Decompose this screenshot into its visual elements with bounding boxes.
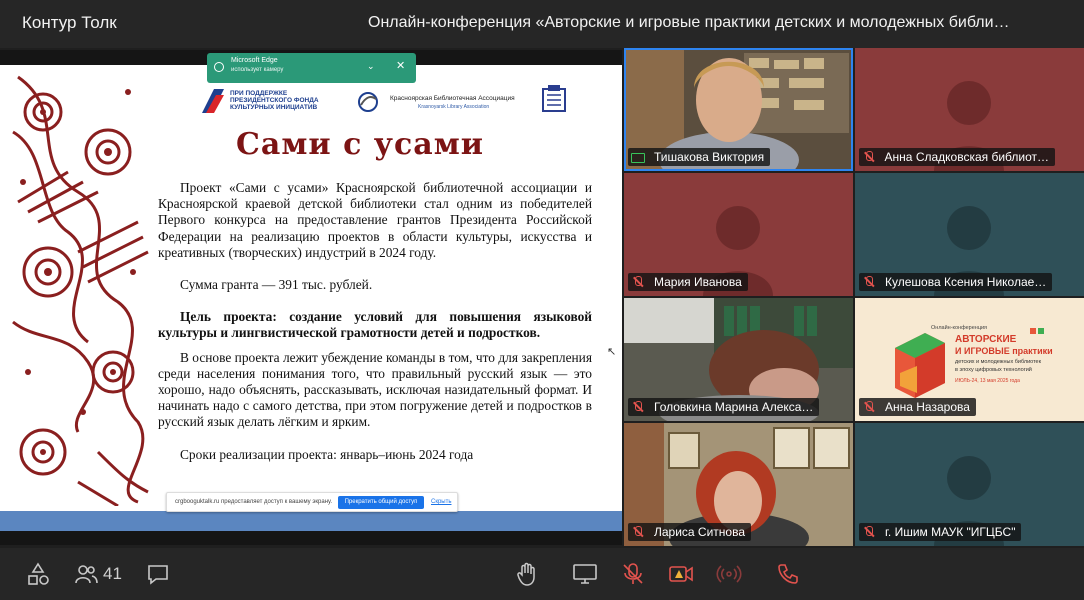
participant-tile[interactable]: Мария Иванова [624,173,853,296]
screen-share-bar: crgbooguktalk.ru предоставляет доступ к … [166,492,458,512]
fund-logo-icon [202,89,224,113]
chevron-down-icon[interactable]: ⌄ [367,61,375,72]
participant-tile[interactable]: Анна Сладковская библиот… [855,48,1084,171]
participant-tile[interactable]: г. Ишим МАУК "ИГЦБС" [855,423,1084,546]
participant-tile[interactable]: Лариса Ситнова [624,423,853,546]
slide-paragraph: В основе проекта лежит убеждение команды… [158,349,592,430]
screen-share-toggle-icon[interactable] [572,561,598,587]
broadcast-icon[interactable] [716,561,742,587]
mic-off-icon [631,400,645,414]
mouse-cursor-icon: ↖ [607,346,617,358]
poster-line: в эпоху цифровых технологий [955,367,1032,373]
kla-logo-text: Красноярская Библиотечная Ассоциация [390,95,515,102]
edge-camera-notice: Microsoft Edge использует камеру ⌄ ✕ [207,53,416,83]
conference-title: Онлайн-конференция «Авторские и игровые … [368,14,1010,31]
participants-count[interactable]: 41 [103,564,122,584]
ornament-decoration [8,72,150,506]
participant-label: г. Ишим МАУК "ИГЦБС" [859,523,1022,541]
mic-off-icon [862,150,876,164]
slide-footer-band [0,511,622,531]
slide-paragraph: Сроки реализации проекта: январь–июнь 20… [180,446,474,462]
participant-name: Анна Назарова [885,400,970,414]
camera-warning-icon[interactable] [668,561,694,587]
screen-share-icon [631,152,645,163]
poster-line: И ИГРОВЫЕ практики [955,346,1053,356]
poster-line: Онлайн-конференция [931,325,988,331]
edge-notice-text: использует камеру [231,67,284,73]
hide-share-bar-link[interactable]: Скрыть [431,499,451,505]
slide-goal-paragraph: Цель проекта: создание условий для повыш… [158,309,592,341]
mic-off-toggle-icon[interactable] [620,561,646,587]
slide-body: Проект «Сами с усами» Красноярской библи… [158,180,592,479]
participant-label: Лариса Ситнова [628,523,752,541]
poster-line: детских и молодежных библиотек [955,359,1041,365]
chat-icon[interactable] [145,561,171,587]
apps-icon[interactable] [25,561,51,587]
participant-label: Анна Назарова [859,398,976,416]
participant-name: Анна Сладковская библиот… [884,150,1049,164]
share-bar-text: crgbooguktalk.ru предоставляет доступ к … [175,499,333,505]
participant-label: Головкина Марина Алекса… [628,398,820,416]
edge-notice-title: Microsoft Edge [231,57,278,64]
top-bar: Контур Толк Онлайн-конференция «Авторски… [0,0,1084,48]
slide-paragraph: Проект «Сами с усами» Красноярской библи… [158,180,592,260]
library-emblem-icon [542,85,566,112]
slide-paragraph: Сумма гранта — 391 тыс. рублей. [180,277,373,293]
mic-off-icon [862,275,876,289]
participant-label: Кулешова Ксения Николае… [859,273,1053,291]
close-icon[interactable]: ✕ [396,59,405,72]
app-name: Контур Толк [22,13,117,32]
participant-name: г. Ишим МАУК "ИГЦБС" [885,525,1016,539]
slide-heading: Сами с усами [236,127,485,162]
mic-off-icon [862,400,876,414]
mic-off-icon [862,525,876,539]
stop-sharing-button[interactable]: Прекратить общий доступ [338,496,424,509]
call-toolbar: 41 [0,548,1084,600]
participant-tile[interactable]: Онлайн-конференция АВТОРСКИЕ И ИГРОВЫЕ п… [855,298,1084,421]
end-call-icon[interactable] [775,561,801,587]
participant-name: Кулешова Ксения Николае… [885,275,1047,289]
kla-logo-subtext: Krasnoyarsk Library Association [418,104,490,110]
participants-grid: Тишакова Виктория Анна Сладковская библи… [624,48,1084,546]
participant-tile[interactable]: Кулешова Ксения Николае… [855,173,1084,296]
participant-name: Лариса Ситнова [654,525,746,539]
participant-name: Мария Иванова [654,275,742,289]
camera-icon [214,62,224,72]
raise-hand-icon[interactable] [514,561,540,587]
kla-logo-icon [358,92,378,112]
participant-name: Головкина Марина Алекса… [654,400,814,414]
mic-off-icon [631,275,645,289]
participant-label: Мария Иванова [628,273,748,291]
mic-off-icon [631,525,645,539]
participant-name: Тишакова Виктория [654,150,765,164]
poster-line: АВТОРСКИЕ [955,334,1017,345]
participants-icon[interactable] [73,561,99,587]
poster-line: ИЮЛЬ-24, 13 мая 2025 года [955,378,1020,384]
participant-tile[interactable]: Головкина Марина Алекса… [624,298,853,421]
sponsor-logos: ПРИ ПОДДЕРЖКЕ ПРЕЗИДЕНТСКОГО ФОНДА КУЛЬТ… [200,85,610,121]
participant-label: Анна Сладковская библиот… [859,148,1055,166]
participant-tile[interactable]: Тишакова Виктория [624,48,853,171]
fund-logo-text: ПРИ ПОДДЕРЖКЕ ПРЕЗИДЕНТСКОГО ФОНДА КУЛЬТ… [230,90,319,111]
participant-label: Тишакова Виктория [628,148,771,166]
